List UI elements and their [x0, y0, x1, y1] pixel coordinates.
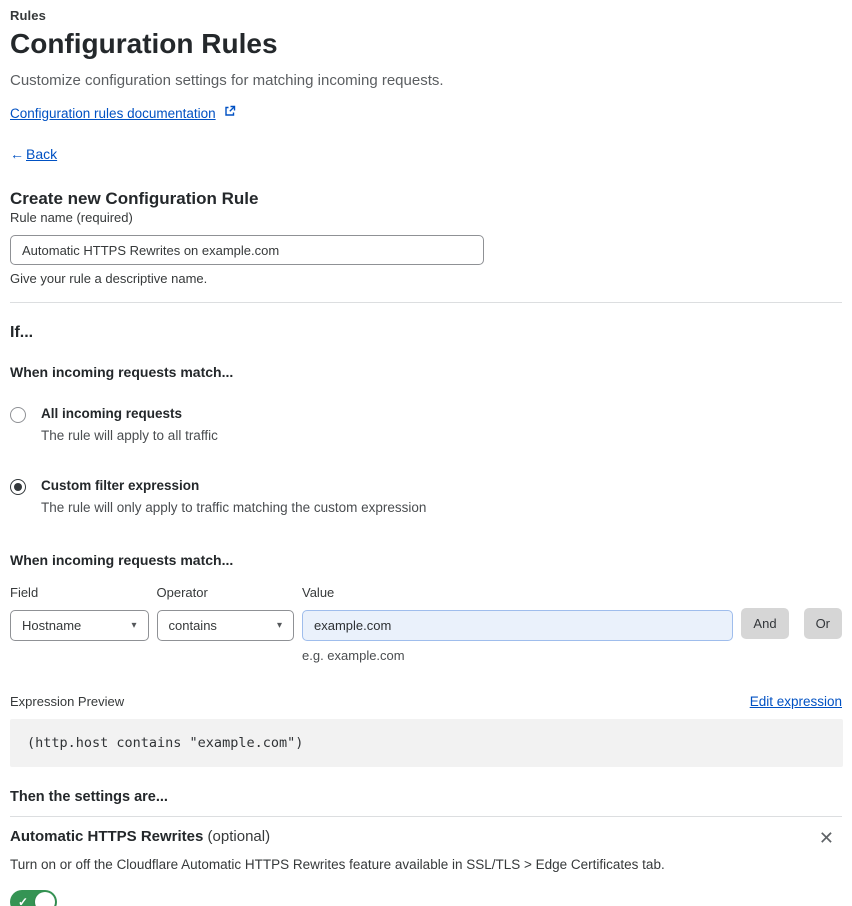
setting-optional-label: (optional) [203, 828, 271, 845]
expression-builder-heading: When incoming requests match... [10, 552, 234, 568]
value-label: Value [302, 585, 335, 600]
create-rule-heading: Create new Configuration Rule [10, 189, 259, 208]
radio-description: The rule will only apply to traffic matc… [41, 500, 427, 515]
expression-preview-row: Expression Preview Edit expression [10, 694, 842, 709]
match-heading: When incoming requests match... [10, 364, 234, 380]
connector-buttons: And Or [741, 608, 843, 663]
back-row: ← Back [10, 146, 842, 162]
breadcrumb: Rules [10, 8, 46, 23]
chevron-down-icon: ▾ [131, 620, 137, 631]
section-divider [10, 302, 842, 303]
operator-label: Operator [156, 585, 208, 600]
or-button[interactable]: Or [803, 608, 843, 639]
setting-description: Turn on or off the Cloudflare Automatic … [10, 857, 665, 872]
chevron-down-icon: ▾ [276, 620, 282, 631]
operator-select-value: contains [168, 618, 217, 633]
check-icon: ✓ [18, 895, 29, 906]
radio-all-incoming-requests[interactable]: All incoming requests The rule will appl… [10, 406, 842, 443]
setting-title: Automatic HTTPS Rewrites (optional) [10, 828, 270, 845]
radio-custom-filter-expression[interactable]: Custom filter expression The rule will o… [10, 478, 842, 515]
expression-builder-row: Field Hostname ▾ Operator contains ▾ Val… [10, 585, 843, 663]
expression-preview-code: (http.host contains "example.com") [10, 719, 843, 767]
setting-divider [10, 816, 842, 817]
radio-button-icon[interactable] [10, 479, 26, 495]
field-select[interactable]: Hostname ▾ [10, 610, 149, 641]
if-heading: If... [10, 324, 34, 341]
field-label: Field [10, 585, 39, 600]
radio-description: The rule will apply to all traffic [41, 428, 218, 443]
rule-name-help: Give your rule a descriptive name. [10, 271, 208, 286]
match-type-radio-group: All incoming requests The rule will appl… [10, 406, 842, 515]
https-rewrites-toggle[interactable]: ✓ [10, 890, 57, 906]
documentation-link-row: Configuration rules documentation [10, 104, 842, 122]
operator-select[interactable]: contains ▾ [156, 610, 294, 641]
page-subtitle: Customize configuration settings for mat… [10, 72, 444, 89]
radio-label: Custom filter expression [41, 478, 200, 493]
value-hint: e.g. example.com [302, 648, 405, 663]
back-arrow-icon: ← [10, 146, 24, 162]
documentation-link[interactable]: Configuration rules documentation [10, 106, 216, 121]
back-link[interactable]: Back [26, 146, 57, 162]
radio-label: All incoming requests [41, 406, 183, 421]
value-input[interactable] [302, 610, 734, 641]
setting-name: Automatic HTTPS Rewrites [10, 828, 204, 845]
radio-button-icon[interactable] [10, 407, 26, 423]
page-title: Configuration Rules [10, 28, 278, 59]
setting-header: Automatic HTTPS Rewrites (optional) ✕ [10, 828, 842, 847]
expression-code-text: (http.host contains "example.com") [27, 735, 304, 751]
then-settings-heading: Then the settings are... [10, 789, 168, 805]
toggle-knob[interactable] [35, 892, 55, 906]
rule-name-label: Rule name (required) [10, 210, 133, 225]
external-link-icon [224, 104, 236, 122]
rule-name-input[interactable] [10, 235, 484, 265]
edit-expression-link[interactable]: Edit expression [750, 694, 842, 709]
close-icon[interactable]: ✕ [811, 829, 842, 847]
expression-preview-label: Expression Preview [10, 694, 125, 709]
and-button[interactable]: And [741, 608, 789, 639]
field-select-value: Hostname [22, 618, 82, 633]
